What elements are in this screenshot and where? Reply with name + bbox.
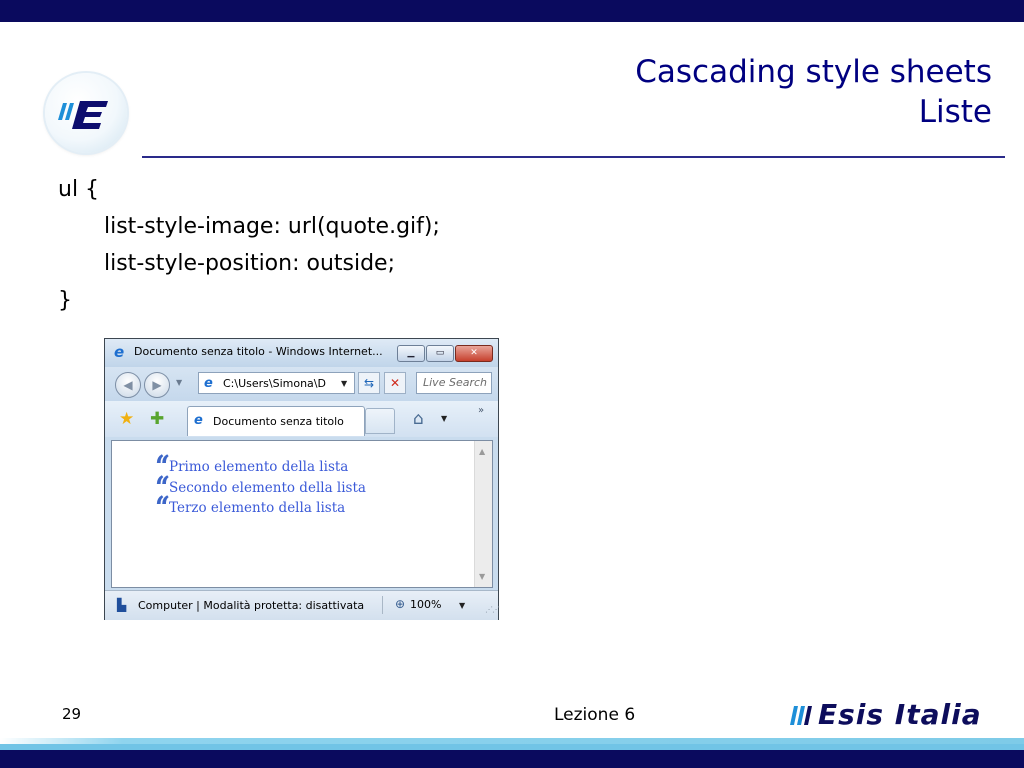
chevron-right-icon[interactable]: » [478, 405, 484, 416]
minimize-button[interactable]: ▁ [397, 345, 425, 362]
ie-page-icon: e [204, 376, 213, 391]
vertical-scrollbar[interactable]: ▲ ▼ [474, 441, 492, 587]
logo-wordmark: Esis Italia [818, 698, 982, 731]
slide-title: Cascading style sheets Liste [635, 52, 992, 132]
stop-icon: ✕ [389, 376, 401, 390]
computer-icon: ▙ [117, 598, 127, 612]
maximize-button[interactable]: ▭ [426, 345, 454, 362]
we-logo-icon [58, 101, 108, 129]
home-icon[interactable]: ⌂ [413, 409, 424, 429]
tab-bar: ★ ✚ e Documento senza titolo ⌂ ▼ » [105, 401, 498, 437]
title-line-1: Cascading style sheets [635, 54, 992, 90]
ie-page-icon: e [194, 413, 203, 428]
new-tab-button[interactable] [365, 408, 395, 434]
list-item: ,,Terzo elemento della lista [148, 493, 366, 524]
status-bar: ▙ Computer | Modalità protetta: disattiv… [105, 590, 500, 620]
status-separator [382, 596, 383, 614]
footer-dark-band [0, 750, 1024, 768]
code-line: list-style-image: url(quote.gif); [104, 214, 440, 239]
title-line-2: Liste [918, 94, 992, 130]
list-item-label: Primo elemento della lista [169, 459, 349, 475]
code-line: ul { [58, 177, 100, 202]
scroll-up-icon[interactable]: ▲ [479, 447, 485, 456]
zoom-level[interactable]: 100% [410, 598, 441, 611]
we-logo [45, 73, 127, 153]
quote-icon: ,, [158, 452, 169, 483]
address-bar[interactable]: e C:\Users\Simona\D ▼ [198, 372, 355, 394]
code-line: list-style-position: outside; [104, 251, 396, 276]
search-input[interactable]: Live Search [416, 372, 492, 394]
back-arrow-icon: ◀ [123, 378, 133, 392]
star-icon[interactable]: ★ [119, 409, 134, 429]
code-block: ul { list-style-image: url(quote.gif); l… [58, 174, 440, 322]
scroll-down-icon[interactable]: ▼ [479, 572, 485, 581]
navigation-bar: ◀ ▶ ▼ e C:\Users\Simona\D ▼ ⇆ ✕ Live Sea… [105, 367, 498, 401]
zoom-icon[interactable]: ⊕ [395, 597, 405, 611]
window-title: Documento senza titolo - Windows Interne… [134, 345, 383, 358]
tab-documento[interactable]: e Documento senza titolo [187, 406, 365, 436]
browser-title-bar: e Documento senza titolo - Windows Inter… [105, 339, 498, 367]
list-item-label: Terzo elemento della lista [169, 500, 346, 516]
tab-label: Documento senza titolo [213, 415, 344, 428]
zoom-dropdown-icon[interactable]: ▼ [459, 601, 465, 610]
top-band [0, 0, 1024, 22]
code-line: } [58, 288, 72, 313]
title-divider [142, 156, 1005, 158]
add-favorite-icon[interactable]: ✚ [150, 409, 164, 429]
refresh-button[interactable]: ⇆ [358, 372, 380, 394]
address-dropdown-icon[interactable]: ▼ [341, 379, 347, 388]
address-text: C:\Users\Simona\D [223, 377, 326, 390]
forward-button[interactable]: ▶ [144, 372, 170, 398]
example-list: ,,Primo elemento della lista ,,Secondo e… [148, 452, 366, 524]
ie-logo-icon: e [114, 343, 125, 361]
history-dropdown-icon[interactable]: ▼ [176, 378, 182, 387]
esis-mark-icon [790, 706, 812, 725]
page-number: 29 [62, 705, 82, 723]
list-item-label: Secondo elemento della lista [169, 479, 366, 496]
page-content: ,,Primo elemento della lista ,,Secondo e… [111, 440, 493, 588]
list-item: ,,Primo elemento della lista [148, 452, 366, 483]
refresh-icon: ⇆ [363, 376, 375, 390]
back-button[interactable]: ◀ [115, 372, 141, 398]
home-dropdown-icon[interactable]: ▼ [441, 414, 447, 423]
footer-lesson: Lezione 6 [554, 705, 636, 725]
esis-italia-logo: Esis Italia [790, 698, 1015, 736]
forward-arrow-icon: ▶ [152, 378, 162, 392]
list-item: ,,Secondo elemento della lista [148, 473, 366, 504]
stop-button[interactable]: ✕ [384, 372, 406, 394]
resize-grip-icon[interactable]: ⋰⋰ [485, 605, 500, 614]
browser-screenshot: e Documento senza titolo - Windows Inter… [104, 338, 500, 620]
close-button[interactable]: ✕ [455, 345, 493, 362]
status-text: Computer | Modalità protetta: disattivat… [138, 599, 365, 612]
quote-icon: ,, [158, 493, 169, 524]
